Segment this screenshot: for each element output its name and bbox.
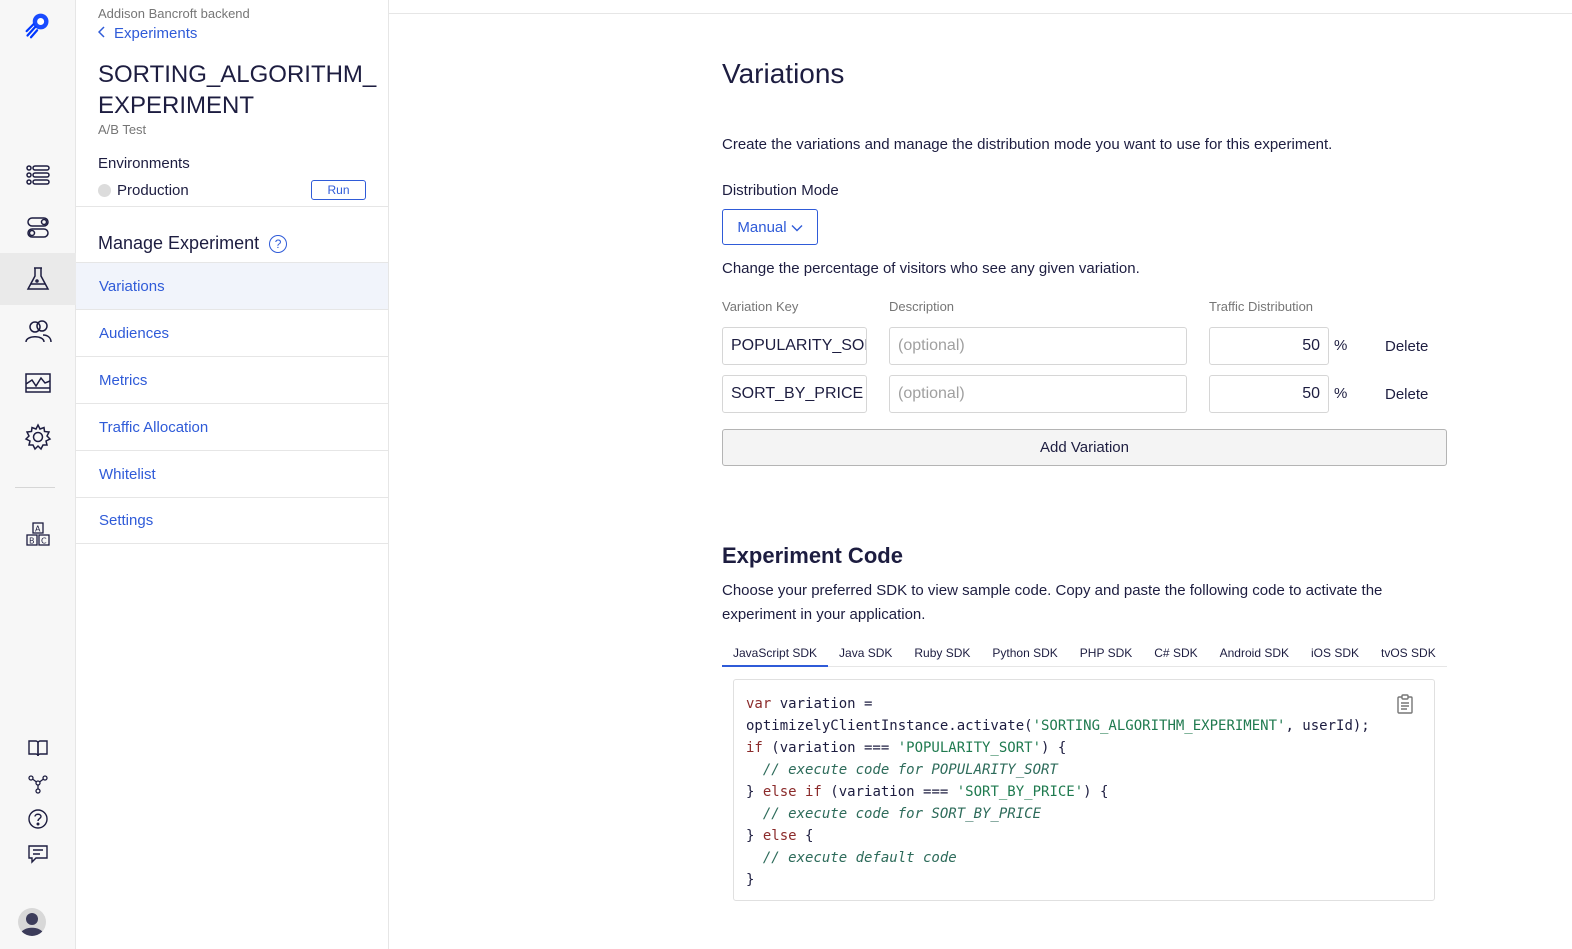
nav-item-variations[interactable]: Variations — [76, 262, 388, 309]
traffic-distribution-header: Traffic Distribution — [1209, 299, 1314, 314]
code-token: ) { — [1083, 784, 1109, 800]
code-token: } — [746, 828, 763, 844]
delete-variation-link[interactable]: Delete — [1385, 338, 1428, 355]
code-token: , userId); — [1285, 718, 1370, 734]
tab-ios-sdk[interactable]: iOS SDK — [1300, 640, 1370, 666]
variations-description: Create the variations and manage the dis… — [722, 136, 1333, 153]
tab-javascript-sdk[interactable]: JavaScript SDK — [722, 640, 829, 667]
variation-description-input[interactable]: (optional) — [889, 375, 1187, 413]
gear-icon[interactable] — [0, 411, 76, 463]
tab-python-sdk[interactable]: Python SDK — [981, 640, 1068, 666]
project-name: Addison Bancroft backend — [98, 6, 250, 21]
reports-icon[interactable] — [0, 357, 76, 409]
avatar[interactable] — [18, 908, 46, 936]
svg-text:B: B — [29, 537, 35, 546]
docs-book-icon[interactable] — [0, 733, 76, 763]
percent-sign: % — [1334, 337, 1348, 354]
code-token: { — [796, 828, 814, 844]
environment-name: Production — [117, 181, 189, 199]
traffic-percent-input[interactable]: 50 — [1209, 375, 1329, 413]
tab-android-sdk[interactable]: Android SDK — [1209, 640, 1300, 666]
environment-row: Production Run — [98, 179, 366, 201]
back-link-label: Experiments — [114, 25, 198, 42]
code-comment: // execute code for SORT_BY_PRICE — [746, 806, 1042, 822]
network-icon[interactable] — [0, 769, 76, 799]
code-token: } — [746, 872, 755, 888]
environment-status-dot — [98, 183, 111, 197]
code-token: else — [762, 828, 797, 844]
distribution-mode-value: Manual — [737, 218, 787, 236]
sdk-tabs: JavaScript SDK Java SDK Ruby SDK Python … — [722, 640, 1447, 667]
list-icon[interactable] — [0, 149, 76, 201]
distribution-mode-dropdown[interactable]: Manual — [722, 209, 818, 245]
help-icon[interactable] — [0, 804, 76, 834]
svg-text:A: A — [35, 525, 41, 534]
code-token: optimizelyClientInstance.activate( — [746, 718, 1033, 734]
code-token: (variation === — [762, 740, 898, 756]
audiences-icon[interactable] — [0, 305, 76, 357]
icon-rail: ABC — [0, 0, 76, 949]
experiment-code-heading: Experiment Code — [722, 543, 903, 568]
code-token: (variation === — [821, 784, 957, 800]
code-token: } — [746, 784, 763, 800]
experiment-title: SORTING_ALGORITHM_EXPERIMENT — [98, 61, 377, 119]
delete-variation-link[interactable]: Delete — [1385, 386, 1428, 403]
add-variation-button[interactable]: Add Variation — [722, 429, 1447, 466]
flask-icon[interactable] — [0, 253, 76, 305]
code-sample-box: var variation = optimizelyClientInstance… — [733, 679, 1435, 901]
variations-heading: Variations — [722, 58, 845, 89]
code-token: 'SORT_BY_PRICE' — [956, 784, 1084, 800]
nav-item-traffic-allocation[interactable]: Traffic Allocation — [76, 403, 388, 450]
back-to-experiments-link[interactable]: Experiments — [97, 25, 198, 42]
nav-item-whitelist[interactable]: Whitelist — [76, 450, 388, 497]
variation-key-input[interactable]: SORT_BY_PRICE — [722, 375, 867, 413]
code-token: ) { — [1041, 740, 1067, 756]
sidebar-divider — [76, 206, 388, 207]
chevron-left-icon — [97, 25, 106, 42]
environments-label: Environments — [98, 155, 190, 172]
manage-nav: Variations Audiences Metrics Traffic All… — [76, 262, 388, 544]
code-token: if — [746, 740, 763, 756]
code-token: 'POPULARITY_SORT' — [897, 740, 1042, 756]
experiment-code-description: Choose your preferred SDK to view sample… — [722, 582, 1383, 623]
traffic-description: Change the percentage of visitors who se… — [722, 260, 1140, 277]
nav-item-audiences[interactable]: Audiences — [76, 309, 388, 356]
code-comment: // execute default code — [746, 850, 957, 866]
tab-java-sdk[interactable]: Java SDK — [828, 640, 903, 666]
logo-icon[interactable] — [0, 0, 76, 50]
abc-blocks-icon[interactable]: ABC — [0, 509, 76, 561]
tab-tvos-sdk[interactable]: tvOS SDK — [1370, 640, 1447, 666]
nav-item-settings[interactable]: Settings — [76, 497, 388, 544]
tab-php-sdk[interactable]: PHP SDK — [1069, 640, 1143, 666]
manage-experiment-label: Manage Experiment — [98, 233, 260, 253]
nav-item-metrics[interactable]: Metrics — [76, 356, 388, 403]
rail-divider — [15, 487, 55, 488]
variation-description-input[interactable]: (optional) — [889, 327, 1187, 365]
run-button[interactable]: Run — [311, 180, 366, 200]
code-token: variation = — [771, 696, 873, 712]
header-divider — [389, 13, 1572, 14]
toggle-icon[interactable] — [0, 201, 76, 253]
code-token: else if — [762, 784, 822, 800]
tab-ruby-sdk[interactable]: Ruby SDK — [903, 640, 981, 666]
percent-sign: % — [1334, 385, 1348, 402]
code-snippet: var variation = optimizelyClientInstance… — [746, 693, 1370, 891]
help-circle-icon[interactable]: ? — [269, 234, 288, 253]
experiment-sidebar: Addison Bancroft backend Experiments SOR… — [76, 0, 389, 949]
code-token: 'SORTING_ALGORITHM_EXPERIMENT' — [1032, 718, 1286, 734]
traffic-percent-input[interactable]: 50 — [1209, 327, 1329, 365]
variation-key-input[interactable]: POPULARITY_SORT — [722, 327, 867, 365]
chevron-down-icon — [791, 219, 803, 236]
variation-key-header: Variation Key — [722, 299, 799, 314]
code-token: var — [746, 696, 772, 712]
description-header: Description — [889, 299, 955, 314]
manage-experiment-heading: Manage Experiment ? — [98, 233, 288, 254]
clipboard-icon[interactable] — [1396, 694, 1414, 714]
tab-csharp-sdk[interactable]: C# SDK — [1143, 640, 1208, 666]
feedback-icon[interactable] — [0, 839, 76, 869]
code-comment: // execute code for POPULARITY_SORT — [746, 762, 1058, 778]
experiment-type: A/B Test — [98, 122, 147, 137]
svg-text:C: C — [41, 537, 47, 546]
distribution-mode-label: Distribution Mode — [722, 182, 839, 199]
